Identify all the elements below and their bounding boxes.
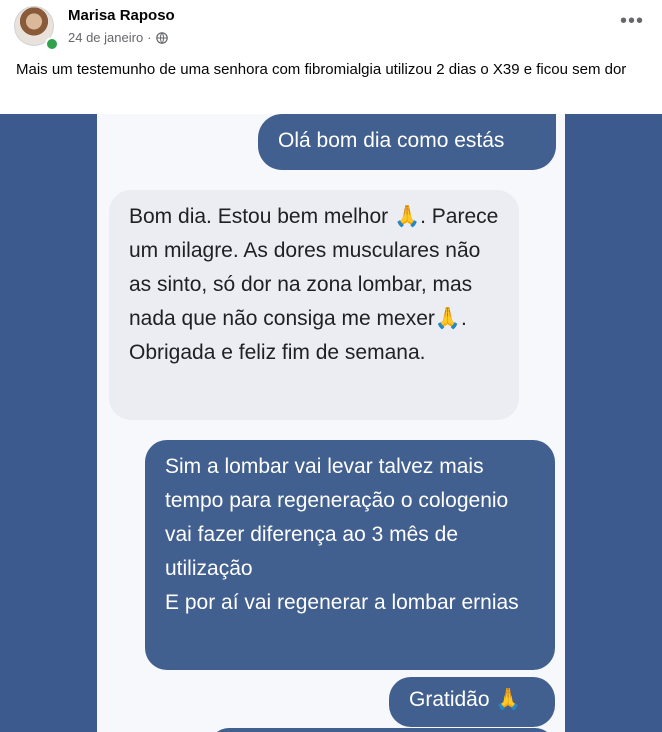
post-meta: 24 de janeiro · <box>68 30 168 45</box>
globe-icon <box>155 31 168 44</box>
more-options-icon[interactable]: ••• <box>620 10 644 33</box>
chat-screenshot: Olá bom dia como estás Bom dia. Estou be… <box>97 114 565 732</box>
message-outgoing: Olá bom dia como estás <box>258 114 556 170</box>
post-header: Marisa Raposo 24 de janeiro · ••• <box>0 0 662 56</box>
message-outgoing-partial <box>209 728 555 732</box>
message-outgoing: Sim a lombar vai levar talvez mais tempo… <box>145 440 555 670</box>
post-image[interactable]: Olá bom dia como estás Bom dia. Estou be… <box>0 114 662 732</box>
message-outgoing: Gratidão 🙏 <box>389 677 555 727</box>
post-date[interactable]: 24 de janeiro <box>68 30 143 45</box>
author-name[interactable]: Marisa Raposo <box>68 7 175 24</box>
online-status-icon <box>45 37 59 51</box>
message-incoming: Bom dia. Estou bem melhor 🙏. Parece um m… <box>109 190 519 420</box>
meta-separator: · <box>147 30 152 45</box>
post-caption: Mais um testemunho de uma senhora com fi… <box>16 61 627 78</box>
